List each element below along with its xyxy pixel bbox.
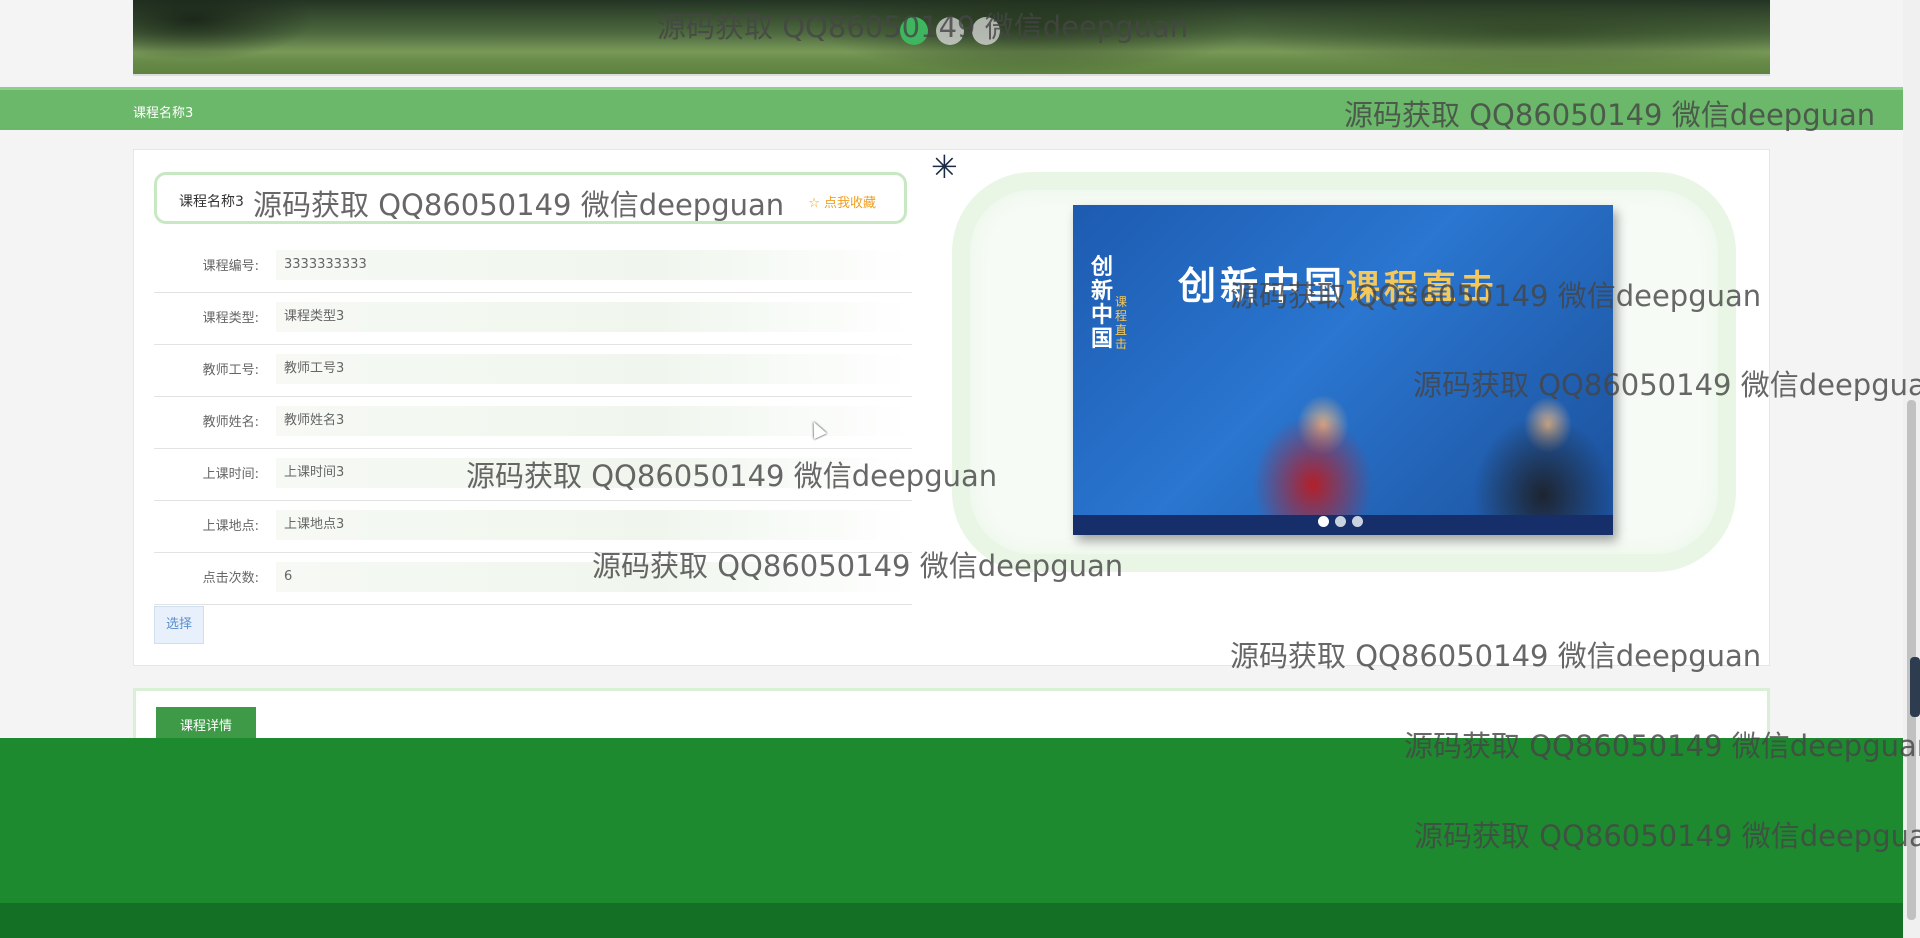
page-scrollbar[interactable]	[1903, 0, 1920, 938]
footer	[0, 738, 1903, 903]
field-value: 教师工号3	[276, 354, 912, 384]
field-value: 3333333333	[276, 250, 912, 280]
favorite-button[interactable]: ☆ 点我收藏	[808, 192, 876, 211]
field-label: 上课地点:	[202, 519, 259, 534]
banner-dot-1[interactable]	[900, 17, 928, 45]
course-title-box: 课程名称3 ☆ 点我收藏	[154, 172, 907, 224]
course-title: 课程名称3	[179, 194, 244, 210]
field-value: 上课地点3	[276, 510, 912, 540]
image-dot-3[interactable]	[1352, 516, 1363, 527]
field-row-click-count: 点击次数: 6	[154, 553, 912, 605]
field-row-teacher-name: 教师姓名: 教师姓名3	[154, 397, 912, 449]
top-banner-carousel	[133, 0, 1770, 76]
field-label: 课程类型:	[202, 311, 259, 326]
loading-spinner-icon: ✳	[931, 148, 958, 186]
image-carousel-dots	[1318, 516, 1363, 527]
side-panel-handle[interactable]	[1910, 657, 1920, 717]
course-image[interactable]: 创新中国 课程直击 创新中国课程直击	[1073, 205, 1613, 535]
image-dot-1[interactable]	[1318, 516, 1329, 527]
breadcrumb-current: 课程名称3	[133, 106, 194, 121]
banner-dot-2[interactable]	[936, 17, 964, 45]
field-row-course-type: 课程类型: 课程类型3	[154, 293, 912, 345]
book-cover-title: 创新中国课程直击	[1178, 255, 1498, 310]
book-cover-photo	[1253, 385, 1613, 535]
field-value: 上课时间3	[276, 458, 912, 488]
field-value: 课程类型3	[276, 302, 912, 332]
field-label: 课程编号:	[202, 259, 259, 274]
banner-dots	[900, 17, 1000, 45]
field-row-course-id: 课程编号: 3333333333	[154, 241, 912, 293]
breadcrumb-bar: 课程名称3	[0, 87, 1903, 130]
book-cover-title-main: 创新中国	[1178, 263, 1347, 308]
field-label: 上课时间:	[202, 467, 259, 482]
book-spine-title: 创新中国	[1091, 254, 1114, 352]
field-row-class-time: 上课时间: 上课时间3	[154, 449, 912, 501]
book-cover-title-accent: 课程直击	[1346, 268, 1499, 308]
field-label: 教师姓名:	[202, 415, 259, 430]
footer-bottom-bar	[0, 903, 1903, 938]
field-value: 6	[276, 562, 912, 592]
course-fields: 课程编号: 3333333333 课程类型: 课程类型3 教师工号: 教师工号3…	[154, 241, 912, 605]
select-button[interactable]: 选择	[154, 606, 204, 644]
banner-dot-3[interactable]	[972, 17, 1000, 45]
image-dot-2[interactable]	[1335, 516, 1346, 527]
field-label: 点击次数:	[202, 571, 259, 586]
field-label: 教师工号:	[202, 363, 259, 378]
book-spine-subtitle: 课程直击	[1115, 295, 1128, 351]
field-row-class-location: 上课地点: 上课地点3	[154, 501, 912, 553]
field-row-teacher-id: 教师工号: 教师工号3	[154, 345, 912, 397]
